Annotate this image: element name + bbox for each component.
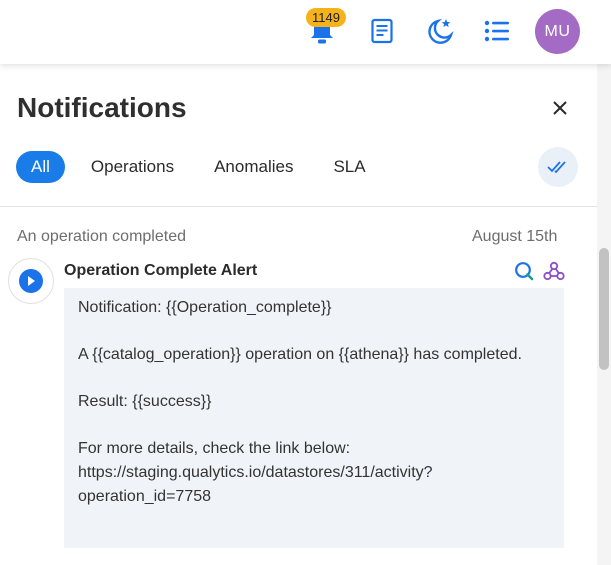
notes-icon[interactable] — [367, 16, 397, 46]
notification-subject: An operation completed — [17, 228, 186, 245]
play-icon — [19, 269, 43, 293]
scrollbar-thumb[interactable] — [599, 248, 609, 370]
list-icon[interactable] — [482, 16, 512, 46]
notification-count-badge: 1149 — [306, 8, 346, 27]
qualytics-icon — [514, 261, 534, 281]
message-line: For more details, check the link below: … — [78, 440, 433, 505]
notification-item: An operation completed August 15th Opera… — [0, 207, 611, 565]
message-line: Notification: {{Operation_complete}} — [78, 299, 332, 316]
tab-operations[interactable]: Operations — [71, 151, 194, 183]
notification-message: Notification: {{Operation_complete}} A {… — [64, 288, 564, 548]
moon-star-icon[interactable] — [426, 16, 456, 46]
tab-sla[interactable]: SLA — [313, 151, 385, 183]
notification-date: August 15th — [472, 228, 558, 245]
double-check-icon — [547, 161, 566, 174]
message-line: Result: {{success}} — [78, 393, 212, 410]
tab-anomalies[interactable]: Anomalies — [194, 151, 313, 183]
notifications-panel: Notifications All Operations Anomalies S… — [0, 64, 611, 565]
mark-all-read-button[interactable] — [538, 147, 578, 187]
notification-name: Operation Complete Alert — [64, 262, 258, 279]
close-button[interactable] — [546, 94, 574, 122]
tab-all[interactable]: All — [16, 151, 65, 183]
operation-status-button[interactable] — [8, 258, 54, 304]
panel-title: Notifications — [17, 92, 187, 123]
notification-tabs: All Operations Anomalies SLA — [16, 151, 386, 183]
message-line: A {{catalog_operation}} operation on {{a… — [78, 346, 522, 363]
webhook-icon — [543, 261, 565, 281]
close-icon — [553, 101, 567, 115]
top-bar: 1149 MU — [0, 0, 611, 64]
user-avatar[interactable]: MU — [535, 9, 580, 54]
